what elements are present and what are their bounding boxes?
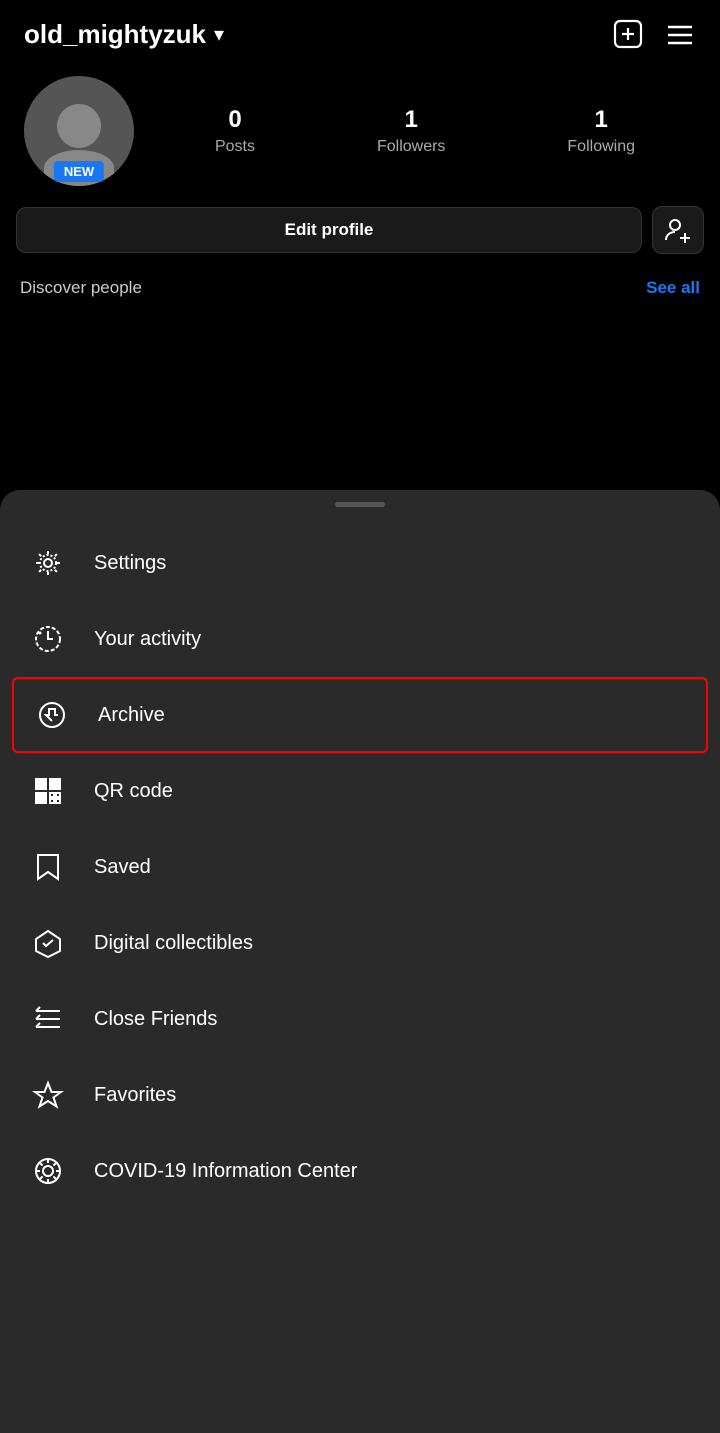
sheet-handle-container bbox=[0, 490, 720, 515]
stats-container: 0 Posts 1 Followers 1 Following bbox=[154, 106, 696, 156]
settings-icon bbox=[30, 545, 66, 581]
following-label: Following bbox=[567, 138, 635, 156]
new-badge: NEW bbox=[54, 161, 104, 182]
activity-label: Your activity bbox=[94, 628, 201, 651]
add-friend-button[interactable] bbox=[652, 206, 704, 254]
discover-people-label: Discover people bbox=[20, 278, 142, 298]
header: old_mightyzuk ▾ bbox=[0, 0, 720, 60]
edit-profile-button[interactable]: Edit profile bbox=[16, 207, 642, 253]
chevron-down-icon[interactable]: ▾ bbox=[214, 22, 224, 47]
favorites-icon bbox=[30, 1077, 66, 1113]
favorites-label: Favorites bbox=[94, 1084, 176, 1107]
profile-section: NEW 0 Posts 1 Followers 1 Following bbox=[0, 60, 720, 206]
posts-label: Posts bbox=[215, 138, 255, 156]
collectibles-label: Digital collectibles bbox=[94, 932, 253, 955]
menu-item-settings[interactable]: Settings bbox=[0, 525, 720, 601]
header-left: old_mightyzuk ▾ bbox=[24, 19, 224, 50]
menu-item-closefriends[interactable]: Close Friends bbox=[0, 981, 720, 1057]
saved-icon bbox=[30, 849, 66, 885]
activity-icon bbox=[30, 621, 66, 657]
closefriends-label: Close Friends bbox=[94, 1008, 217, 1031]
closefriends-icon bbox=[30, 1001, 66, 1037]
collectibles-icon bbox=[30, 925, 66, 961]
posts-count: 0 bbox=[228, 106, 241, 134]
following-count: 1 bbox=[595, 106, 608, 134]
avatar-head bbox=[57, 104, 101, 148]
see-all-button[interactable]: See all bbox=[646, 278, 700, 298]
sheet-handle bbox=[335, 502, 385, 507]
menu-item-archive[interactable]: Archive bbox=[12, 677, 708, 753]
menu-item-activity[interactable]: Your activity bbox=[0, 601, 720, 677]
saved-label: Saved bbox=[94, 856, 151, 879]
header-icons bbox=[612, 18, 696, 50]
archive-icon bbox=[34, 697, 70, 733]
username-label[interactable]: old_mightyzuk bbox=[24, 19, 206, 50]
followers-stat[interactable]: 1 Followers bbox=[377, 106, 445, 156]
posts-stat[interactable]: 0 Posts bbox=[215, 106, 255, 156]
following-stat[interactable]: 1 Following bbox=[567, 106, 635, 156]
actions-row: Edit profile bbox=[0, 206, 720, 274]
settings-label: Settings bbox=[94, 552, 166, 575]
followers-count: 1 bbox=[405, 106, 418, 134]
new-post-button[interactable] bbox=[612, 18, 644, 50]
menu-item-covid[interactable]: COVID-19 Information Center bbox=[0, 1133, 720, 1209]
hamburger-menu-button[interactable] bbox=[664, 18, 696, 50]
covid-label: COVID-19 Information Center bbox=[94, 1160, 357, 1183]
qrcode-label: QR code bbox=[94, 780, 173, 803]
archive-label: Archive bbox=[98, 704, 165, 727]
menu-item-favorites[interactable]: Favorites bbox=[0, 1057, 720, 1133]
followers-label: Followers bbox=[377, 138, 445, 156]
menu-list: Settings Your activity Archive bbox=[0, 515, 720, 1219]
bottom-sheet: Settings Your activity Archive bbox=[0, 490, 720, 1433]
discover-people-row: Discover people See all bbox=[0, 274, 720, 314]
qrcode-icon bbox=[30, 773, 66, 809]
avatar-container: NEW bbox=[24, 76, 134, 186]
menu-item-collectibles[interactable]: Digital collectibles bbox=[0, 905, 720, 981]
covid-icon bbox=[30, 1153, 66, 1189]
menu-item-qrcode[interactable]: QR code bbox=[0, 753, 720, 829]
menu-item-saved[interactable]: Saved bbox=[0, 829, 720, 905]
